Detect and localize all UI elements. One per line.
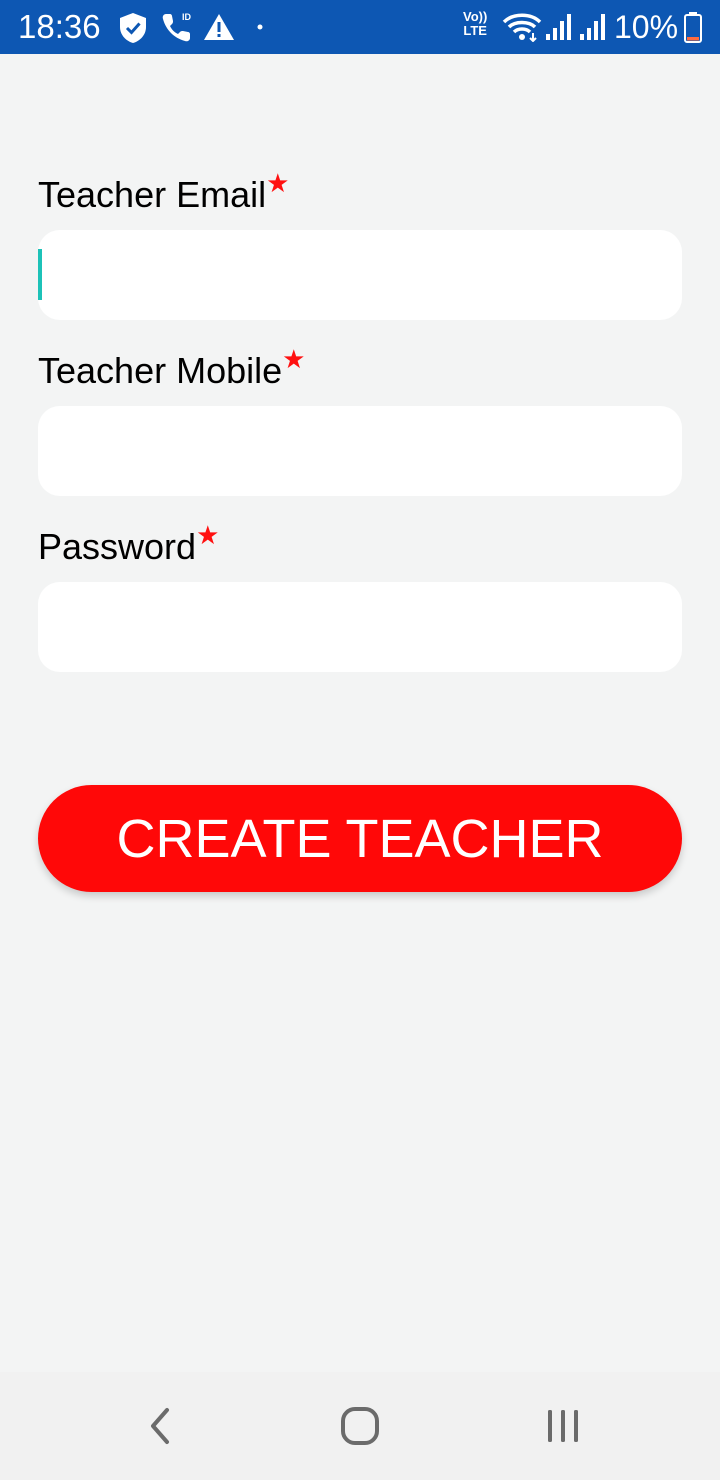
password-input[interactable] <box>38 582 682 672</box>
volte-top-text: Vo)) <box>463 9 488 24</box>
password-label-text: Password <box>38 526 197 567</box>
status-bar: 18:36 ID Vo)) LTE 10% <box>0 0 720 54</box>
volte-icon: Vo)) LTE <box>463 10 487 38</box>
mobile-label: Teacher Mobile★ <box>38 344 305 392</box>
recents-icon <box>548 1410 578 1442</box>
mobile-label-text: Teacher Mobile <box>38 350 283 391</box>
required-star-icon: ★ <box>266 168 290 198</box>
text-cursor <box>38 249 42 300</box>
create-teacher-button[interactable]: CREATE TEACHER <box>38 785 682 892</box>
home-icon <box>341 1407 379 1445</box>
battery-percent: 10% <box>614 9 679 45</box>
password-label: Password★ <box>38 520 219 568</box>
battery-icon <box>684 12 702 43</box>
notification-dot-icon <box>257 24 263 30</box>
shield-icon <box>120 13 146 43</box>
wifi-calling-icon: ID <box>162 12 192 42</box>
email-label: Teacher Email★ <box>38 168 289 216</box>
signal-icon <box>580 14 605 40</box>
signal-icon <box>546 14 571 40</box>
volte-bottom-text: LTE <box>463 23 487 38</box>
email-label-text: Teacher Email <box>38 174 267 215</box>
back-button[interactable] <box>100 1372 220 1480</box>
home-button[interactable] <box>300 1372 420 1480</box>
navigation-bar <box>0 1372 720 1480</box>
required-star-icon: ★ <box>282 344 306 374</box>
mobile-input[interactable] <box>38 406 682 496</box>
wifi-icon <box>502 13 542 42</box>
required-star-icon: ★ <box>196 520 220 550</box>
svg-text:ID: ID <box>182 12 192 22</box>
back-icon <box>151 1408 169 1444</box>
status-time: 18:36 <box>18 8 101 45</box>
warning-icon <box>204 14 234 40</box>
email-input[interactable] <box>38 230 682 320</box>
recents-button[interactable] <box>503 1372 623 1480</box>
